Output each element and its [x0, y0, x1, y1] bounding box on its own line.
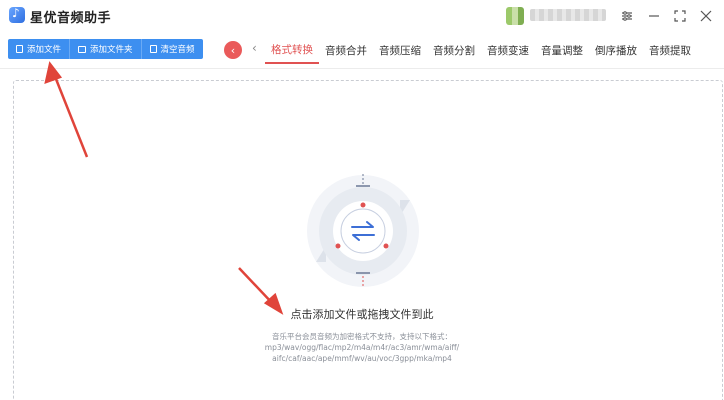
- trash-icon: [149, 45, 157, 53]
- settings-icon[interactable]: [617, 6, 637, 26]
- maximize-icon[interactable]: [670, 6, 690, 26]
- function-tabs: 格式转换 音频合并 音频压缩 音频分割 音频变速 音量调整 倒序播放 音频提取: [265, 36, 697, 64]
- divider: [0, 68, 724, 69]
- tab-audio-compress[interactable]: 音频压缩: [373, 36, 427, 64]
- chevron-left-icon: ‹: [230, 43, 236, 57]
- tab-volume-adjust[interactable]: 音量调整: [535, 36, 589, 64]
- file-icon: [16, 45, 23, 53]
- folder-icon: [78, 45, 87, 53]
- app-logo-icon: [9, 6, 25, 23]
- app-title: 星优音频助手: [30, 11, 112, 26]
- tab-reverse-play[interactable]: 倒序播放: [589, 36, 643, 64]
- add-file-button[interactable]: 添加文件: [8, 39, 71, 59]
- formats-line-1: 音乐平台会员音频为加密格式不支持，支持以下格式：: [272, 332, 452, 341]
- title-bar: 星优音频助手: [0, 0, 724, 32]
- clear-audio-button[interactable]: 清空音频: [142, 39, 203, 59]
- tab-audio-split[interactable]: 音频分割: [427, 36, 481, 64]
- minimize-icon[interactable]: [644, 6, 664, 26]
- add-folder-label: 添加文件夹: [90, 45, 133, 55]
- drop-hint-text[interactable]: 点击添加文件或拖拽文件到此: [0, 306, 724, 322]
- formats-line-3: aifc/caf/aac/ape/mmf/wv/au/voc/3gpp/mka/…: [272, 354, 452, 363]
- tab-audio-merge[interactable]: 音频合并: [319, 36, 373, 64]
- supported-formats-text: 音乐平台会员音频为加密格式不支持，支持以下格式： mp3/wav/ogg/fla…: [0, 331, 724, 364]
- tab-audio-extract[interactable]: 音频提取: [643, 36, 697, 64]
- file-toolbar: 添加文件 添加文件夹 清空音频: [8, 39, 203, 59]
- tab-audio-speed[interactable]: 音频变速: [481, 36, 535, 64]
- clear-audio-label: 清空音频: [160, 45, 195, 55]
- user-name-blurred[interactable]: [530, 9, 606, 21]
- add-folder-button[interactable]: 添加文件夹: [70, 39, 142, 59]
- close-icon[interactable]: [696, 6, 716, 26]
- tab-format-convert[interactable]: 格式转换: [265, 36, 319, 64]
- convert-illustration-icon[interactable]: [300, 172, 426, 290]
- formats-line-2: mp3/wav/ogg/flac/mp2/m4a/m4r/ac3/amr/wma…: [264, 343, 460, 352]
- tabs-scroll-left-icon[interactable]: ‹: [252, 41, 257, 55]
- user-avatar-icon[interactable]: [506, 7, 524, 25]
- add-file-label: 添加文件: [27, 45, 62, 55]
- back-button[interactable]: ‹: [224, 41, 242, 59]
